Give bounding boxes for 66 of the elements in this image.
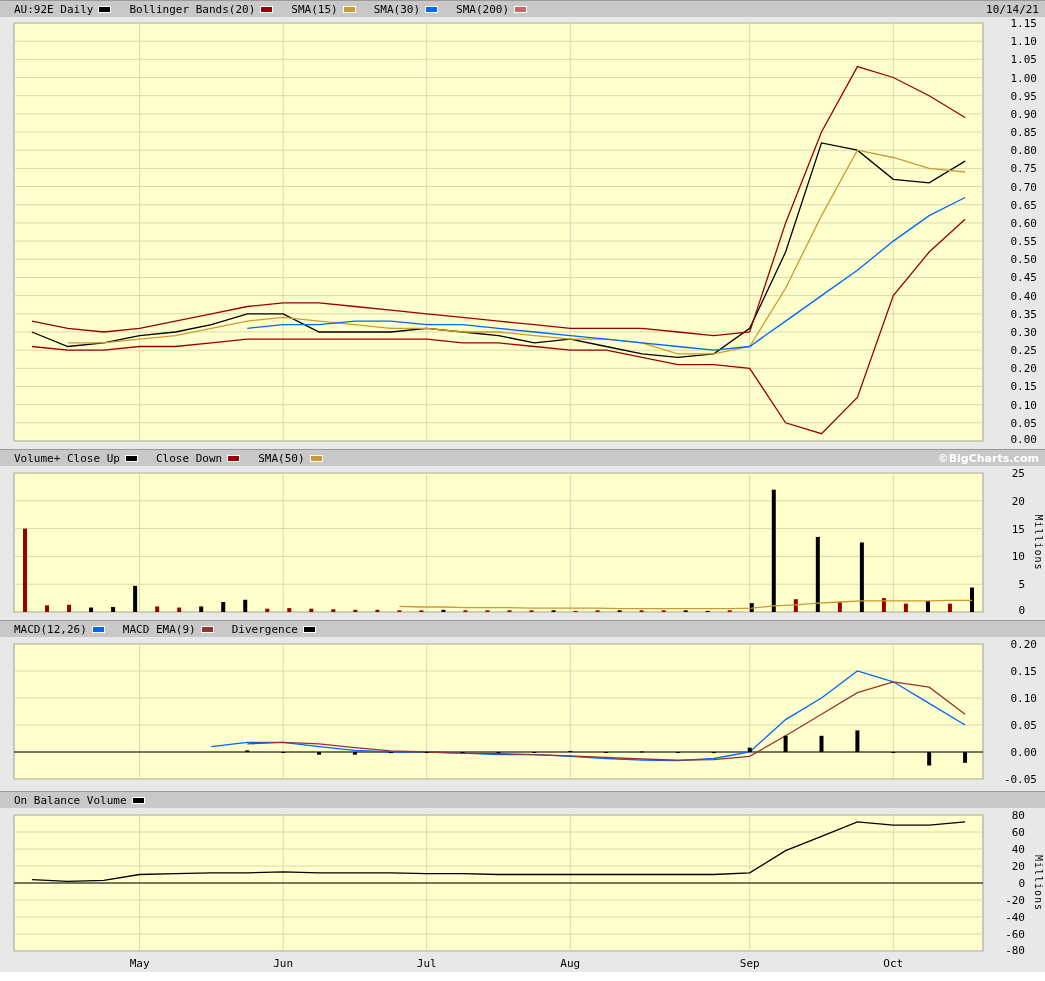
axis-tick-label: 0.10 [1010,398,1037,412]
axis-tick-label: 0.15 [1010,380,1037,394]
axis-tick-label: 0.50 [1010,253,1037,267]
axis-tick-label: 0.00 [1010,746,1037,759]
axis-tick-label: Jun [273,957,294,970]
legend-label: Divergence [231,622,298,636]
axis-tick-label: 25 [1011,467,1025,480]
axis-tick-label: 0.70 [1010,180,1037,194]
axis-tick-label: 0 [1018,877,1025,890]
axis-tick-label: 0.15 [1010,665,1037,678]
axis-tick-label: 15 [1011,522,1025,536]
axis-tick-label: 0.75 [1010,162,1037,176]
legend-label: Bollinger Bands(20) [129,2,256,16]
axis-tick-label: Oct [883,957,904,970]
axis-tick-label: -0.05 [1003,773,1037,786]
axis-tick-label: 1.15 [1010,17,1037,30]
axis-tick-label: 1.05 [1010,53,1037,67]
legend-label: SMA(15) [291,2,338,16]
legend-label: On Balance Volume [14,793,127,807]
axis-tick-label: -20 [1005,894,1025,907]
axis-tick-label: 1.00 [1010,71,1037,85]
legend-label: Close Down [155,451,223,465]
axis-tick-label: 0.05 [1010,416,1037,430]
axis-tick-label: -80 [1005,944,1025,957]
axis-tick-label: 0.60 [1010,216,1037,230]
axis-tick-label: 0.10 [1010,692,1037,705]
axis-tick-label: 20 [1011,860,1025,873]
axis-tick-label: 0.65 [1010,198,1037,212]
axis-tick-label: -60 [1005,928,1025,941]
axis-tick-label: 10 [1011,550,1025,564]
axis-title: Millions [1033,854,1044,912]
legend-label: SMA(30) [373,2,421,16]
legend-label: MACD EMA(9) [122,622,196,636]
legend-label: Volume+ Close Up [14,451,120,465]
axis-tick-label: 0.05 [1010,719,1037,732]
axis-tick-label: 5 [1018,578,1025,592]
axis-tick-label: Jul [416,957,437,970]
axis-tick-label: 40 [1011,843,1025,856]
axis-tick-label: 0.20 [1010,638,1037,651]
axis-tick-label: 0.25 [1010,344,1037,358]
axis-tick-label: 0.40 [1010,289,1037,303]
axis-tick-label: 0.00 [1010,433,1037,445]
legend-label: MACD(12,26) [14,622,87,636]
axis-tick-label: 0.30 [1010,325,1037,339]
axis-tick-label: 60 [1011,826,1025,839]
legend-label: SMA(200) [456,2,510,16]
axis-tick-label: 0.45 [1010,271,1037,285]
legend-label: SMA(50) [258,451,305,465]
axis-tick-label: 0.20 [1010,362,1037,376]
axis-tick-label: 0.80 [1010,144,1037,158]
chart-date: 10/14/21 [986,2,1039,16]
axis-tick-label: 0.95 [1010,89,1037,103]
axis-tick-label: Sep [739,957,760,970]
axis-tick-label: Aug [560,957,581,970]
axis-title: Millions [1033,514,1044,571]
axis-tick-label: 0 [1018,604,1025,616]
axis-tick-label: 0.85 [1010,126,1037,140]
axis-tick-label: May [129,957,150,970]
legend-label: AU:92E Daily [14,2,94,16]
axis-tick-label: 0.35 [1010,307,1037,321]
axis-tick-label: 1.10 [1010,35,1037,49]
axis-tick-label: 80 [1011,809,1025,822]
axis-tick-label: 0.55 [1010,235,1037,249]
axis-tick-label: 0.90 [1010,107,1037,121]
axis-tick-label: 20 [1011,494,1025,508]
axis-tick-label: -40 [1005,911,1025,924]
